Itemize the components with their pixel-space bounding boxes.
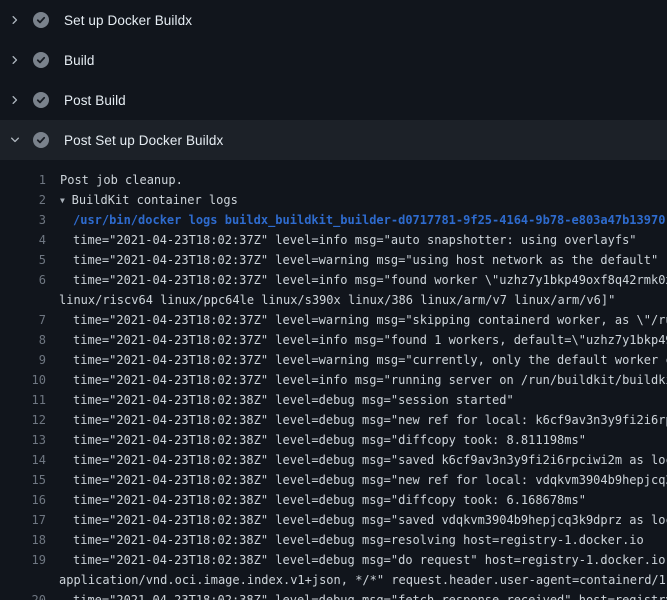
step-title: Set up Docker Buildx — [64, 13, 192, 28]
chevron-right-icon — [9, 14, 21, 26]
chevron-down-icon — [9, 134, 21, 146]
log-line-text: ▼ Post job cleanup. — [46, 170, 183, 190]
log-line: 13 ▼ time="2021-04-23T18:02:38Z" level=d… — [0, 430, 667, 450]
log-line-number[interactable]: 18 — [0, 530, 46, 550]
log-line-number[interactable]: 7 — [0, 310, 46, 330]
chevron-right-icon — [9, 54, 21, 66]
log-line-number[interactable] — [0, 570, 46, 590]
log-line: 10 ▼ time="2021-04-23T18:02:37Z" level=i… — [0, 370, 667, 390]
log-line-text: ▼ time="2021-04-23T18:02:37Z" level=warn… — [46, 250, 658, 270]
log-line: 7 ▼ time="2021-04-23T18:02:37Z" level=wa… — [0, 310, 667, 330]
log-line: 3 ▼ /usr/bin/docker logs buildx_buildkit… — [0, 210, 667, 230]
log-line-number[interactable]: 4 — [0, 230, 46, 250]
log-line: 17 ▼ time="2021-04-23T18:02:38Z" level=d… — [0, 510, 667, 530]
log-line-number[interactable]: 12 — [0, 410, 46, 430]
log-line-text: ▼ time="2021-04-23T18:02:37Z" level=info… — [46, 270, 667, 290]
log-line-text: ▼ time="2021-04-23T18:02:38Z" level=debu… — [46, 410, 667, 430]
log-line-number[interactable]: 17 — [0, 510, 46, 530]
log-line-text: ▼ time="2021-04-23T18:02:37Z" level=info… — [46, 330, 667, 350]
log-line-text: ▼ linux/riscv64 linux/ppc64le linux/s390… — [46, 290, 615, 310]
log-line-text: ▼ time="2021-04-23T18:02:38Z" level=debu… — [46, 450, 667, 470]
step-title: Post Build — [64, 93, 126, 108]
log-line-number[interactable]: 8 — [0, 330, 46, 350]
log-line-number[interactable] — [0, 290, 46, 310]
step-header-post-set-up-docker-buildx[interactable]: Post Set up Docker Buildx — [0, 120, 667, 160]
log-line: 12 ▼ time="2021-04-23T18:02:38Z" level=d… — [0, 410, 667, 430]
log-line-text: ▼ /usr/bin/docker logs buildx_buildkit_b… — [46, 210, 665, 230]
log-viewer: 1 ▼ Post job cleanup. 2 ▼ BuildKit conta… — [0, 160, 667, 600]
log-line: ▼ linux/riscv64 linux/ppc64le linux/s390… — [0, 290, 667, 310]
log-line-text: ▼ time="2021-04-23T18:02:38Z" level=debu… — [46, 470, 667, 490]
log-line-number[interactable]: 1 — [0, 170, 46, 190]
log-line-text: ▼ time="2021-04-23T18:02:38Z" level=debu… — [46, 550, 667, 570]
log-line-number[interactable]: 19 — [0, 550, 46, 570]
log-line: 4 ▼ time="2021-04-23T18:02:37Z" level=in… — [0, 230, 667, 250]
log-line: 6 ▼ time="2021-04-23T18:02:37Z" level=in… — [0, 270, 667, 290]
step-title: Build — [64, 53, 95, 68]
log-line: 16 ▼ time="2021-04-23T18:02:38Z" level=d… — [0, 490, 667, 510]
log-line: ▼ application/vnd.oci.image.index.v1+jso… — [0, 570, 667, 590]
log-line-number[interactable]: 3 — [0, 210, 46, 230]
check-circle-icon — [33, 52, 49, 68]
log-line-text: ▼ time="2021-04-23T18:02:38Z" level=debu… — [46, 490, 586, 510]
log-line: 19 ▼ time="2021-04-23T18:02:38Z" level=d… — [0, 550, 667, 570]
chevron-right-icon — [9, 94, 21, 106]
log-line-text: ▼ time="2021-04-23T18:02:37Z" level=warn… — [46, 310, 667, 330]
log-line-text: ▼ time="2021-04-23T18:02:38Z" level=debu… — [46, 590, 667, 600]
log-line: 11 ▼ time="2021-04-23T18:02:38Z" level=d… — [0, 390, 667, 410]
log-line-text: ▼ time="2021-04-23T18:02:37Z" level=warn… — [46, 350, 667, 370]
step-header-post-build[interactable]: Post Build — [0, 80, 667, 120]
group-caret-icon: ▼ — [60, 196, 70, 205]
log-line-number[interactable]: 5 — [0, 250, 46, 270]
log-line-text: ▼ time="2021-04-23T18:02:38Z" level=debu… — [46, 510, 667, 530]
step-title: Post Set up Docker Buildx — [64, 133, 223, 148]
log-line-number[interactable]: 20 — [0, 590, 46, 600]
log-line: 5 ▼ time="2021-04-23T18:02:37Z" level=wa… — [0, 250, 667, 270]
log-line-text: ▼ application/vnd.oci.image.index.v1+jso… — [46, 570, 667, 590]
log-line: 20 ▼ time="2021-04-23T18:02:38Z" level=d… — [0, 590, 667, 600]
log-line-text: ▼ time="2021-04-23T18:02:38Z" level=debu… — [46, 430, 586, 450]
log-line-number[interactable]: 10 — [0, 370, 46, 390]
check-circle-icon — [33, 132, 49, 148]
log-line: 1 ▼ Post job cleanup. — [0, 170, 667, 190]
step-header-set-up-docker-buildx[interactable]: Set up Docker Buildx — [0, 0, 667, 40]
log-line-text: ▼ time="2021-04-23T18:02:37Z" level=info… — [46, 370, 667, 390]
log-line: 9 ▼ time="2021-04-23T18:02:37Z" level=wa… — [0, 350, 667, 370]
log-line-text[interactable]: ▼ BuildKit container logs — [46, 190, 238, 210]
log-line: 15 ▼ time="2021-04-23T18:02:38Z" level=d… — [0, 470, 667, 490]
log-line: 2 ▼ BuildKit container logs — [0, 190, 667, 210]
log-line-text: ▼ time="2021-04-23T18:02:37Z" level=info… — [46, 230, 637, 250]
log-line-text: ▼ time="2021-04-23T18:02:38Z" level=debu… — [46, 390, 514, 410]
log-line-number[interactable]: 11 — [0, 390, 46, 410]
log-line-number[interactable]: 15 — [0, 470, 46, 490]
check-circle-icon — [33, 92, 49, 108]
log-line-text: ▼ time="2021-04-23T18:02:38Z" level=debu… — [46, 530, 644, 550]
log-line: 8 ▼ time="2021-04-23T18:02:37Z" level=in… — [0, 330, 667, 350]
log-line: 18 ▼ time="2021-04-23T18:02:38Z" level=d… — [0, 530, 667, 550]
log-line-number[interactable]: 14 — [0, 450, 46, 470]
log-line-number[interactable]: 16 — [0, 490, 46, 510]
log-line: 14 ▼ time="2021-04-23T18:02:38Z" level=d… — [0, 450, 667, 470]
log-line-number[interactable]: 9 — [0, 350, 46, 370]
log-line-number[interactable]: 13 — [0, 430, 46, 450]
step-header-build[interactable]: Build — [0, 40, 667, 80]
log-line-number[interactable]: 6 — [0, 270, 46, 290]
log-line-number[interactable]: 2 — [0, 190, 46, 210]
check-circle-icon — [33, 12, 49, 28]
